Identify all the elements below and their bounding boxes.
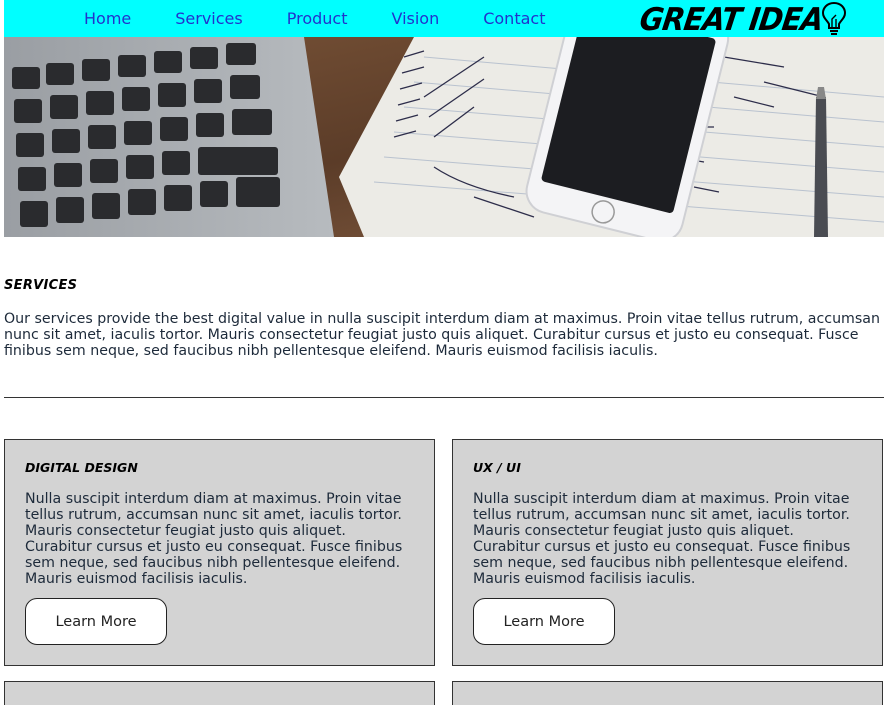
nav-link-product[interactable]: Product: [287, 9, 348, 28]
learn-more-button[interactable]: Learn More: [473, 598, 615, 645]
nav-link-contact[interactable]: Contact: [483, 9, 545, 28]
nav-link-home[interactable]: Home: [84, 9, 131, 28]
navbar: Home Services Product Vision Contact GRE…: [4, 0, 884, 37]
nav-link-services[interactable]: Services: [175, 9, 242, 28]
card-title: DIGITAL DESIGN: [25, 460, 138, 475]
lightbulb-icon: [821, 1, 846, 35]
service-card-digital-design: DIGITAL DESIGN Nulla suscipit interdum d…: [4, 439, 435, 666]
service-card-next-right: [452, 681, 883, 705]
brand-name: GREAT IDEA: [637, 0, 826, 38]
hero-image: [4, 37, 884, 237]
brand-logo[interactable]: GREAT IDEA: [637, 0, 847, 38]
service-card-ux-ui: UX / UI Nulla suscipit interdum diam at …: [452, 439, 883, 666]
card-body: Nulla suscipit interdum diam at maximus.…: [25, 491, 403, 587]
card-title: UX / UI: [473, 460, 521, 475]
service-card-next-left: [4, 681, 435, 705]
divider: [4, 397, 884, 398]
nav-link-vision[interactable]: Vision: [391, 9, 439, 28]
learn-more-button[interactable]: Learn More: [25, 598, 167, 645]
card-body: Nulla suscipit interdum diam at maximus.…: [473, 491, 851, 587]
section-title: SERVICES: [4, 278, 78, 293]
page: Home Services Product Vision Contact GRE…: [4, 0, 884, 237]
services-intro: Our services provide the best digital va…: [4, 311, 880, 359]
hero-photo: [4, 37, 884, 237]
nav-menu: Home Services Product Vision Contact: [84, 0, 589, 37]
